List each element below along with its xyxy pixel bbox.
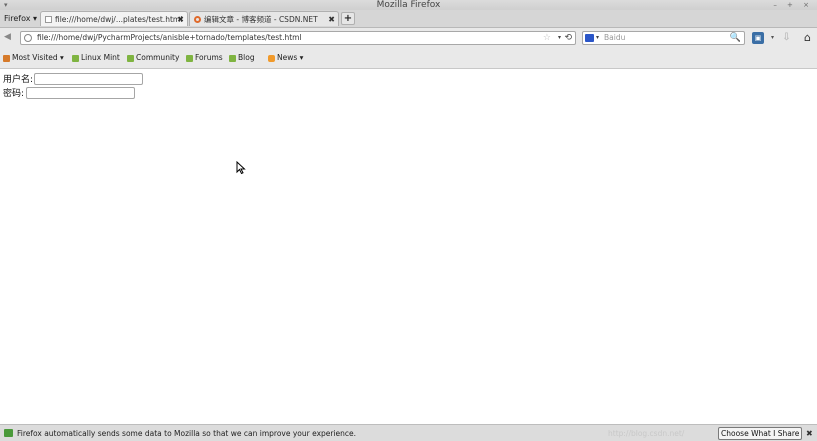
bookmark-label: Blog [238, 53, 255, 62]
bookmark-label: News ▾ [277, 53, 304, 62]
url-bar[interactable]: file:///home/dwj/PycharmProjects/anisble… [20, 31, 576, 45]
bookmark-community[interactable]: Community [127, 48, 179, 68]
title-bar: ▾ Mozilla Firefox – + × [0, 0, 817, 10]
search-engine-dropdown-icon[interactable]: ▾ [596, 32, 599, 44]
page-content: 用户名: 密码: [0, 69, 817, 424]
rss-icon [268, 54, 275, 62]
navigation-toolbar: ◀ file:///home/dwj/PycharmProjects/anisb… [0, 28, 817, 48]
window-title: Mozilla Firefox [376, 0, 441, 10]
history-dropdown-icon[interactable]: ▾ [558, 32, 561, 44]
csdn-icon [194, 16, 201, 23]
notification-icon [4, 429, 13, 437]
search-bar[interactable]: ▾ Baidu 🔍 [582, 31, 745, 45]
bookmark-star-icon[interactable]: ☆ [543, 32, 551, 44]
tab-title: 编辑文章 - 博客频道 - CSDN.NET [204, 15, 318, 24]
password-input[interactable] [26, 87, 135, 99]
page-icon [45, 16, 52, 23]
window-menu-icon[interactable]: ▾ [4, 0, 8, 10]
close-tab-icon[interactable]: ✖ [328, 12, 335, 26]
bookmark-label: Community [136, 53, 180, 62]
bookmark-news[interactable]: News ▾ [268, 48, 303, 68]
username-input[interactable] [34, 73, 143, 85]
back-button[interactable]: ◀ [4, 32, 11, 42]
most-visited-icon [3, 54, 10, 62]
data-sharing-notification: Firefox automatically sends some data to… [0, 424, 817, 441]
leaf-icon [186, 54, 193, 62]
tab-strip: Firefox ▾ file:///home/dwj/...plates/tes… [0, 10, 817, 28]
search-engine-icon[interactable] [585, 34, 594, 42]
addon-dropdown-icon[interactable]: ▾ [766, 31, 779, 44]
bookmark-linux-mint[interactable]: Linux Mint [72, 48, 120, 68]
username-row: 用户名: [3, 73, 143, 87]
addon-icon[interactable]: ▣ [752, 32, 764, 44]
search-icon[interactable]: 🔍 [730, 32, 741, 44]
password-row: 密码: [3, 87, 135, 101]
close-notification-icon[interactable]: ✖ [806, 425, 813, 441]
download-icon[interactable]: ⇩ [780, 31, 793, 44]
home-icon[interactable]: ⌂ [801, 31, 814, 44]
search-input[interactable]: Baidu [604, 32, 625, 44]
leaf-icon [229, 54, 236, 62]
reload-icon[interactable]: ⟲ [564, 32, 572, 44]
browser-window: ▾ Mozilla Firefox – + × Firefox ▾ file:/… [0, 0, 817, 441]
watermark-text: http://blog.csdn.net/ [608, 429, 685, 438]
bookmark-blog[interactable]: Blog [229, 48, 255, 68]
firefox-menu-button[interactable]: Firefox ▾ [2, 12, 39, 25]
new-tab-button[interactable]: + [341, 12, 355, 25]
leaf-icon [72, 54, 79, 62]
close-tab-icon[interactable]: ✖ [177, 12, 184, 26]
bookmark-label: Forums [195, 53, 223, 62]
bookmark-label: Linux Mint [81, 53, 120, 62]
bookmark-most-visited[interactable]: Most Visited ▾ [3, 48, 64, 68]
tab-csdn[interactable]: 编辑文章 - 博客频道 - CSDN.NET ✖ [189, 11, 339, 26]
globe-icon [24, 34, 32, 42]
tab-test-html[interactable]: file:///home/dwj/...plates/test.html ✖ [40, 11, 188, 26]
mouse-pointer-icon [236, 161, 246, 175]
leaf-icon [127, 54, 134, 62]
bookmark-forums[interactable]: Forums [186, 48, 223, 68]
password-label: 密码: [3, 89, 25, 99]
url-text[interactable]: file:///home/dwj/PycharmProjects/anisble… [37, 32, 302, 44]
bookmarks-toolbar: Most Visited ▾ Linux Mint Community Foru… [0, 48, 817, 69]
notification-message: Firefox automatically sends some data to… [17, 429, 357, 438]
choose-what-i-share-button[interactable]: Choose What I Share [718, 427, 803, 440]
window-controls[interactable]: – + × [773, 0, 813, 10]
bookmark-label: Most Visited ▾ [12, 53, 64, 62]
tab-title: file:///home/dwj/...plates/test.html [55, 15, 183, 24]
username-label: 用户名: [3, 75, 34, 85]
